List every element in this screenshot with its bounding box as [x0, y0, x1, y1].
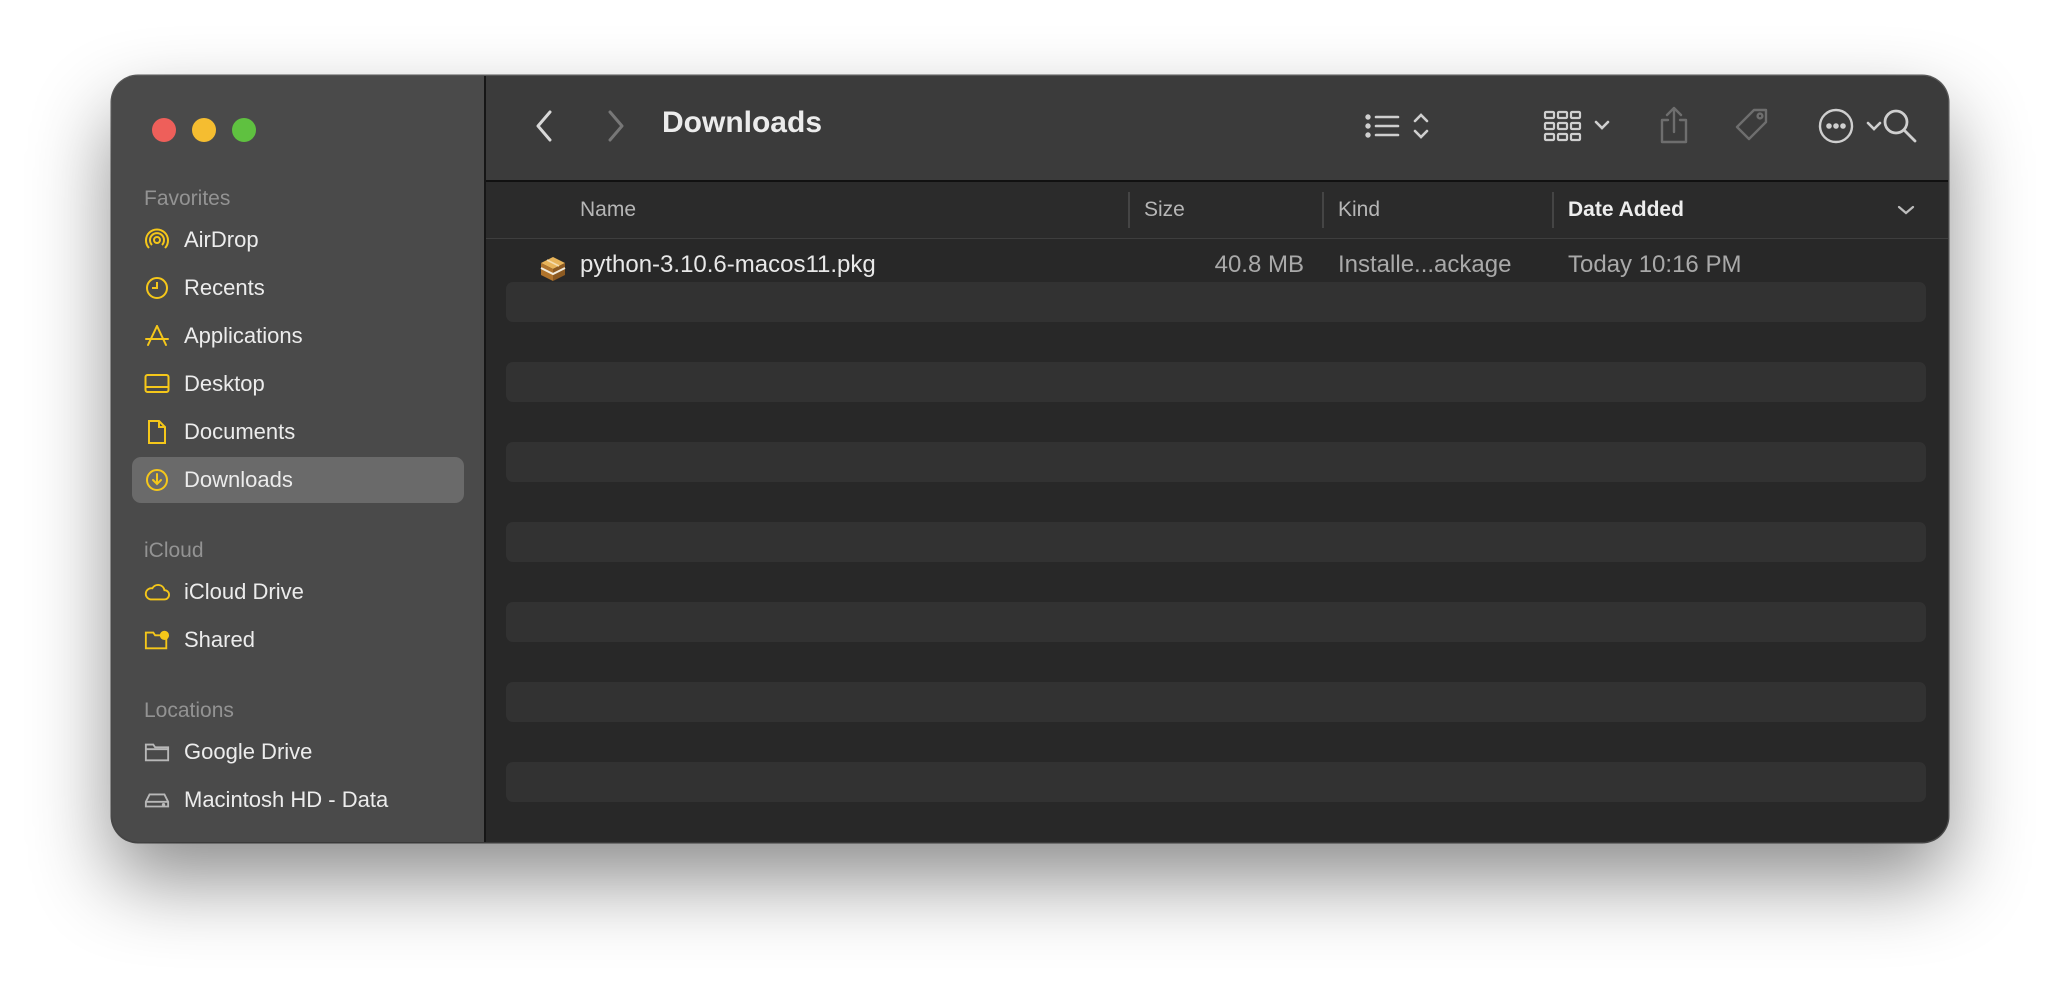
sidebar-item-label: Desktop	[184, 371, 265, 396]
file-kind: Installe...ackage	[1338, 251, 1512, 278]
forward-button[interactable]	[596, 106, 636, 150]
empty-row	[506, 362, 1926, 402]
shared-folder-icon	[144, 628, 170, 652]
sidebar-item-label: Google Drive	[184, 739, 313, 764]
sort-chevron-icon[interactable]	[1896, 182, 1936, 238]
sidebar-item-downloads[interactable]: Downloads	[132, 457, 464, 503]
empty-row	[506, 682, 1926, 722]
sidebar-item-label: Shared	[184, 627, 255, 652]
file-date-added: Today 10:16 PM	[1568, 251, 1742, 278]
tag-icon	[1732, 106, 1772, 151]
empty-row	[506, 442, 1926, 482]
tag-button[interactable]	[1730, 104, 1774, 152]
sidebar-item-documents[interactable]: Documents	[132, 409, 464, 455]
group-button[interactable]	[1538, 104, 1618, 152]
chevron-right-icon	[606, 109, 626, 148]
sidebar-item-label: Documents	[184, 419, 296, 444]
search-icon	[1882, 108, 1918, 149]
column-date-added[interactable]: Date Added	[1568, 182, 1868, 238]
sidebar-item-airdrop[interactable]: AirDrop	[132, 217, 464, 263]
sidebar-item-label: Applications	[184, 323, 303, 348]
column-divider[interactable]	[1552, 192, 1554, 228]
sidebar-item-desktop[interactable]: Desktop	[132, 361, 464, 407]
sidebar-item-label: Downloads	[184, 467, 293, 492]
share-icon	[1658, 105, 1690, 150]
search-button[interactable]	[1876, 104, 1924, 152]
sidebar-item-macintosh-hd[interactable]: Macintosh HD - Data	[132, 777, 464, 823]
column-size[interactable]: Size	[1144, 182, 1324, 238]
disk-icon	[144, 788, 170, 812]
close-button[interactable]	[152, 118, 176, 142]
sidebar-section-favorites: Favorites	[144, 187, 231, 210]
file-list: python-3.10.6-macos11.pkg 40.8 MB Instal…	[486, 240, 1948, 842]
sidebar-item-icloud-drive[interactable]: iCloud Drive	[132, 569, 464, 615]
download-icon	[144, 468, 170, 492]
finder-window: Favorites AirDrop Recents Applications D…	[112, 76, 1948, 842]
sidebar-item-recents[interactable]: Recents	[132, 265, 464, 311]
applications-icon	[144, 324, 170, 348]
sidebar-item-applications[interactable]: Applications	[132, 313, 464, 359]
file-name: python-3.10.6-macos11.pkg	[580, 251, 876, 278]
share-button[interactable]	[1652, 102, 1696, 152]
document-icon	[144, 420, 170, 444]
sidebar-item-label: Recents	[184, 275, 265, 300]
back-button[interactable]	[524, 106, 564, 150]
empty-row	[506, 602, 1926, 642]
chevron-left-icon	[534, 109, 554, 148]
column-header: Name Size Kind Date Added	[486, 182, 1948, 239]
column-name[interactable]: Name	[580, 182, 1080, 238]
file-size: 40.8 MB	[1214, 251, 1304, 278]
sidebar-item-label: AirDrop	[184, 227, 259, 252]
sidebar-item-label: iCloud Drive	[184, 579, 304, 604]
sidebar-item-shared[interactable]: Shared	[132, 617, 464, 663]
toolbar: Downloads	[486, 76, 1948, 182]
sidebar-item-google-drive[interactable]: Google Drive	[132, 729, 464, 775]
column-kind[interactable]: Kind	[1338, 182, 1538, 238]
grid-icon	[1542, 108, 1614, 149]
sidebar: Favorites AirDrop Recents Applications D…	[112, 76, 486, 842]
window-controls	[152, 118, 256, 142]
cloud-icon	[144, 580, 170, 604]
view-mode-button[interactable]	[1360, 104, 1440, 152]
column-divider[interactable]	[1128, 192, 1130, 228]
sidebar-item-label: Macintosh HD - Data	[184, 787, 389, 812]
column-divider[interactable]	[1322, 192, 1324, 228]
desktop-icon	[144, 372, 170, 396]
list-view-icon	[1364, 109, 1436, 148]
zoom-button[interactable]	[232, 118, 256, 142]
minimize-button[interactable]	[192, 118, 216, 142]
empty-row	[506, 522, 1926, 562]
sidebar-section-locations: Locations	[144, 699, 234, 722]
airdrop-icon	[144, 228, 170, 252]
empty-row	[506, 762, 1926, 802]
clock-icon	[144, 276, 170, 300]
sidebar-section-icloud: iCloud	[144, 539, 204, 562]
package-icon	[538, 255, 568, 288]
window-title: Downloads	[662, 106, 823, 139]
table-row[interactable]: python-3.10.6-macos11.pkg 40.8 MB Instal…	[486, 240, 1948, 294]
folder-icon	[144, 740, 170, 764]
